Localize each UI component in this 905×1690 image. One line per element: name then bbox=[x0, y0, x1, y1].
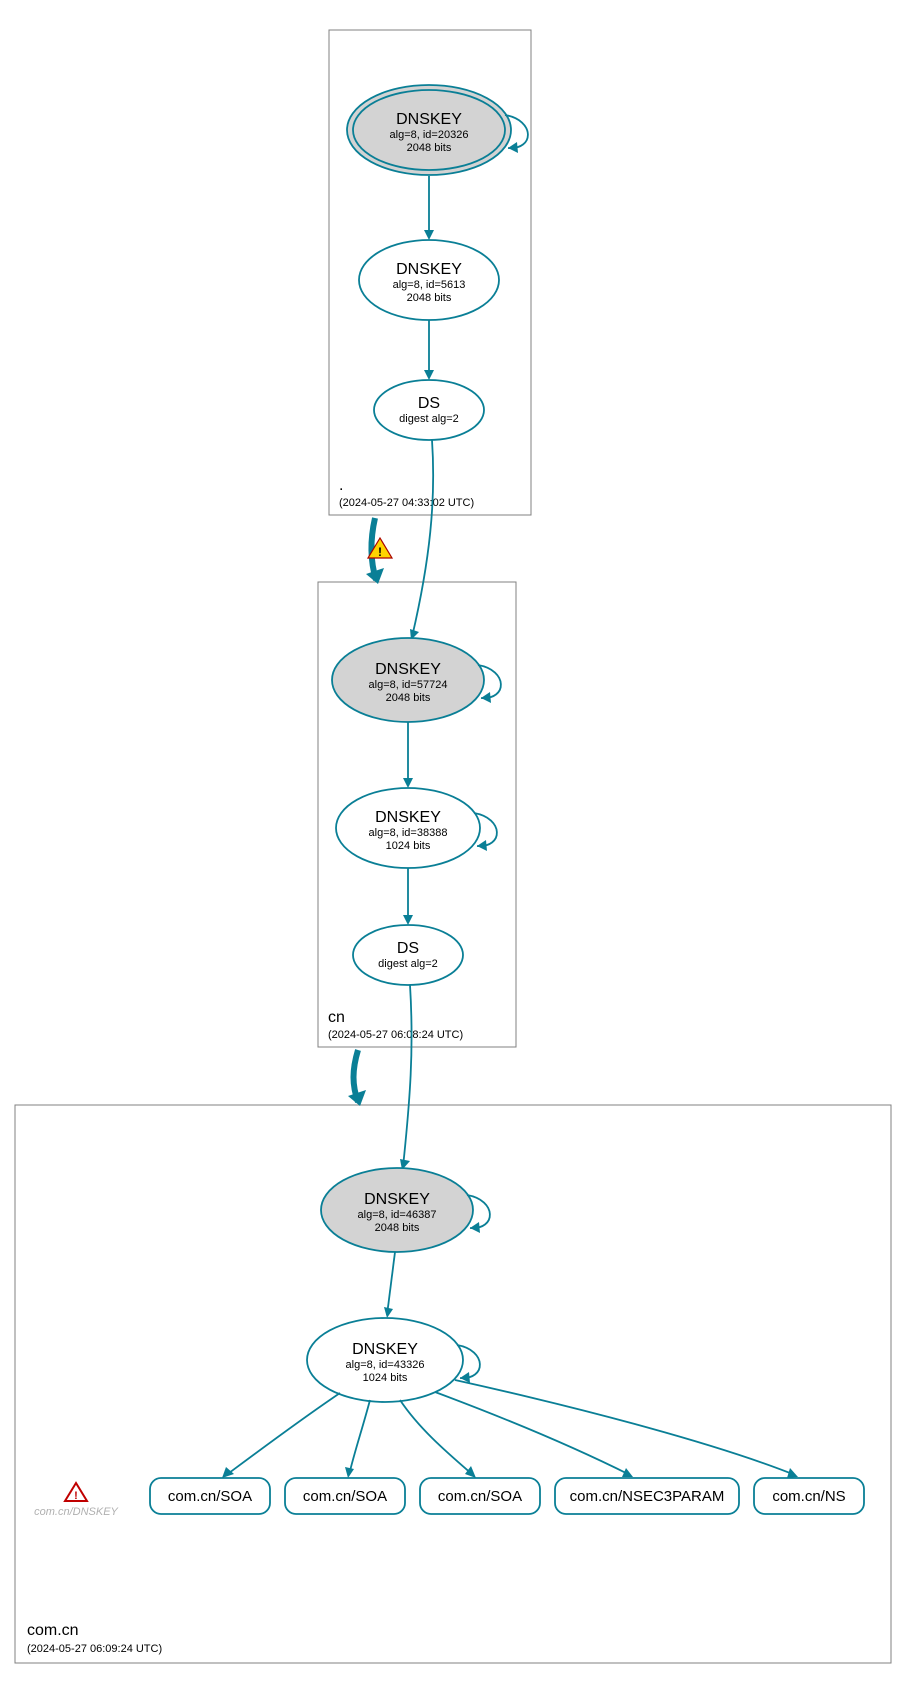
node-root-ksk-bits: 2048 bits bbox=[407, 142, 452, 154]
node-cn-zsk-bits: 1024 bits bbox=[386, 840, 431, 852]
node-cn-ds-title: DS bbox=[397, 940, 419, 957]
zone-label-comcn: com.cn bbox=[27, 1622, 79, 1639]
node-comcn-ksk-alg: alg=8, id=46387 bbox=[358, 1209, 437, 1221]
edge-zsk-ns-head bbox=[787, 1468, 798, 1478]
edge-cn-zsk-ds-head bbox=[403, 915, 413, 925]
self-loop-cn-zsk-head bbox=[477, 840, 487, 851]
node-root-ksk-title: DNSKEY bbox=[396, 111, 462, 128]
node-root-ds-title: DS bbox=[418, 395, 440, 412]
self-loop-comcn-ksk-head bbox=[470, 1222, 480, 1233]
edge-comcn-ksk-zsk bbox=[387, 1252, 395, 1315]
node-cn-ksk-bits: 2048 bits bbox=[386, 692, 431, 704]
edge-root-ksk-zsk-head bbox=[424, 230, 434, 240]
node-comcn-zsk-alg: alg=8, id=43326 bbox=[346, 1359, 425, 1371]
node-cn-ksk-alg: alg=8, id=57724 bbox=[369, 679, 448, 691]
zone-timestamp-comcn: (2024-05-27 06:09:24 UTC) bbox=[27, 1643, 162, 1655]
edge-root-zsk-ds-head bbox=[424, 370, 434, 380]
zone-label-cn: cn bbox=[328, 1009, 345, 1026]
node-cn-ds-alg: digest alg=2 bbox=[378, 958, 438, 970]
zone-label-root: . bbox=[339, 477, 343, 494]
svg-text:!: ! bbox=[378, 545, 382, 559]
node-root-zsk-alg: alg=8, id=5613 bbox=[393, 279, 466, 291]
rrset-ns-text: com.cn/NS bbox=[772, 1488, 845, 1505]
node-cn-ksk-title: DNSKEY bbox=[375, 661, 441, 678]
edge-zsk-soa1 bbox=[225, 1393, 340, 1476]
zone-timestamp-root: (2024-05-27 04:33:02 UTC) bbox=[339, 497, 474, 509]
edge-zsk-nsec3 bbox=[435, 1392, 630, 1475]
edge-root-ds-cn-ksk bbox=[412, 440, 433, 637]
edge-cn-ds-comcn-ksk bbox=[403, 985, 412, 1167]
rrset-soa1-text: com.cn/SOA bbox=[168, 1488, 252, 1505]
zone-timestamp-cn: (2024-05-27 06:08:24 UTC) bbox=[328, 1029, 463, 1041]
edge-cn-ksk-zsk-head bbox=[403, 778, 413, 788]
edge-zsk-soa2 bbox=[349, 1400, 370, 1475]
edge-zsk-ns bbox=[455, 1380, 795, 1475]
node-comcn-ksk-title: DNSKEY bbox=[364, 1191, 430, 1208]
node-cn-zsk-title: DNSKEY bbox=[375, 809, 441, 826]
node-cn-zsk-alg: alg=8, id=38388 bbox=[369, 827, 448, 839]
edge-zsk-soa3-head bbox=[465, 1466, 476, 1478]
node-comcn-zsk-bits: 1024 bits bbox=[363, 1372, 408, 1384]
rrset-soa3-text: com.cn/SOA bbox=[438, 1488, 522, 1505]
edge-zsk-soa3 bbox=[400, 1400, 473, 1475]
node-root-ksk-alg: alg=8, id=20326 bbox=[390, 129, 469, 141]
node-root-ds-alg: digest alg=2 bbox=[399, 413, 459, 425]
edge-zsk-soa1-head bbox=[222, 1467, 234, 1478]
self-loop-cn-ksk-head bbox=[481, 692, 491, 703]
faded-dnskey-label: com.cn/DNSKEY bbox=[34, 1506, 118, 1518]
svg-text:!: ! bbox=[74, 1490, 78, 1502]
node-root-zsk-title: DNSKEY bbox=[396, 261, 462, 278]
error-icon: ! bbox=[65, 1483, 87, 1502]
node-root-zsk-bits: 2048 bits bbox=[407, 292, 452, 304]
self-loop-root-ksk-head bbox=[508, 142, 518, 153]
edge-comcn-ksk-zsk-head bbox=[384, 1307, 393, 1318]
node-comcn-zsk-title: DNSKEY bbox=[352, 1341, 418, 1358]
edge-zsk-soa2-head bbox=[345, 1467, 354, 1478]
rrset-nsec3param-text: com.cn/NSEC3PARAM bbox=[570, 1488, 725, 1505]
rrset-soa2-text: com.cn/SOA bbox=[303, 1488, 387, 1505]
node-comcn-ksk-bits: 2048 bits bbox=[375, 1222, 420, 1234]
